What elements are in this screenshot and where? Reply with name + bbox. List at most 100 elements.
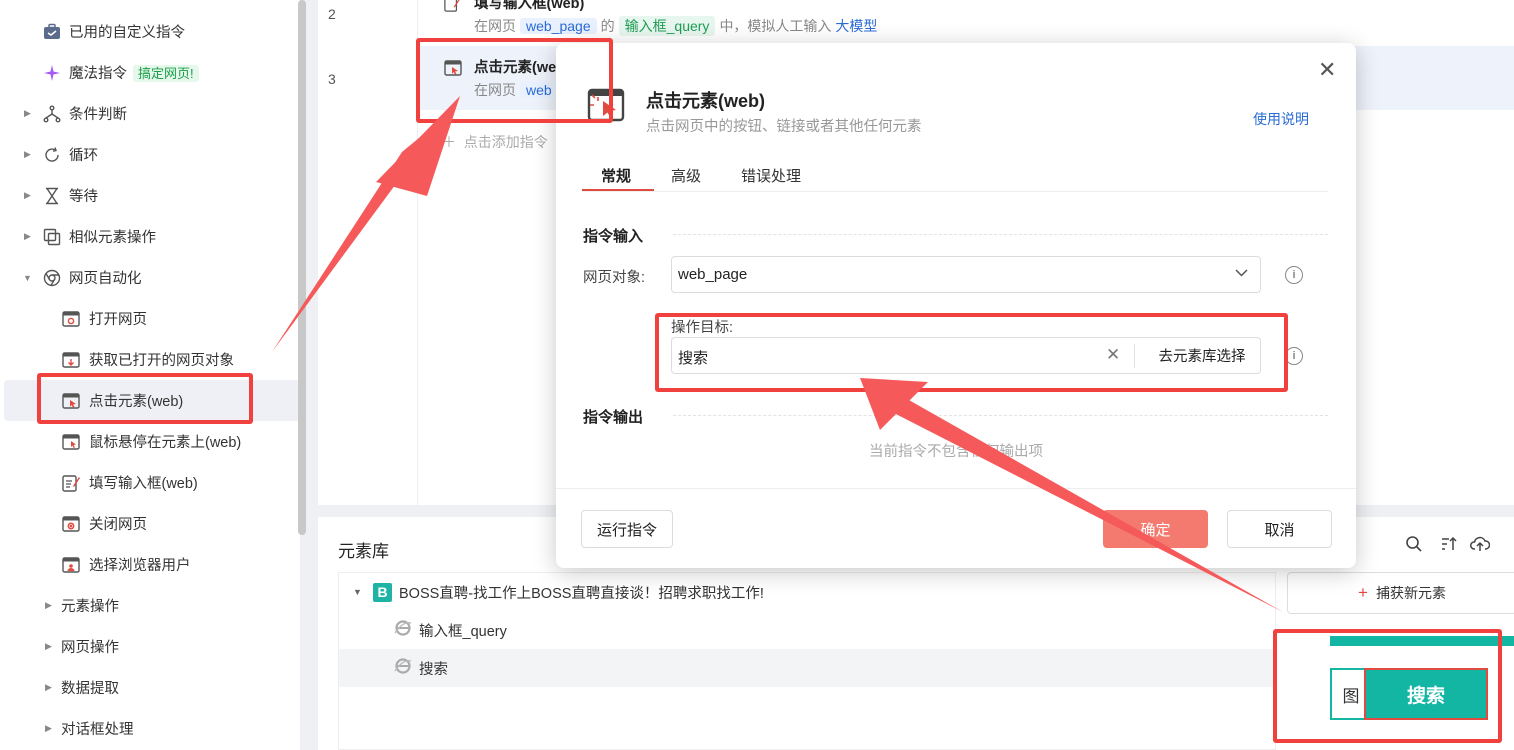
- command-desc: 在网页 web: [474, 80, 562, 100]
- branch-icon: [43, 105, 61, 123]
- page-tag[interactable]: web: [520, 82, 558, 98]
- sidebar-item-similar[interactable]: ▶ 相似元素操作: [0, 216, 296, 257]
- llm-link[interactable]: 大模型: [835, 18, 877, 34]
- sidebar-item-hover[interactable]: 鼠标悬停在元素上(web): [0, 421, 296, 462]
- sidebar-item-label: 鼠标悬停在元素上(web): [89, 435, 242, 451]
- sidebar-item-loop[interactable]: ▶ 循环: [0, 134, 296, 175]
- hourglass-icon: [43, 187, 61, 205]
- caret-right-icon[interactable]: ▶: [24, 231, 31, 242]
- sidebar-item-label: 选择浏览器用户: [89, 558, 191, 574]
- desc-text: 在网页: [474, 18, 516, 34]
- sidebar-item-magic[interactable]: 魔法指令 搞定网页!: [0, 52, 296, 93]
- sidebar-item-label: 打开网页: [89, 312, 147, 328]
- browser-get-icon: [62, 351, 80, 369]
- caret-down-icon[interactable]: ▼: [353, 587, 362, 597]
- preview-header-bar: [1330, 636, 1514, 646]
- section-divider: [673, 234, 1328, 235]
- sidebar-item-dialog[interactable]: ▶ 对话框处理: [0, 708, 296, 749]
- search-icon[interactable]: [1405, 535, 1423, 558]
- tab-general[interactable]: 常规: [601, 165, 631, 186]
- sidebar-item-fill-input[interactable]: 填写输入框(web): [0, 462, 296, 503]
- page-object-select[interactable]: web_page: [671, 256, 1261, 293]
- add-command-button[interactable]: ＋ 点击添加指令: [442, 132, 548, 152]
- input-section-title: 指令输入: [583, 228, 644, 245]
- clear-icon[interactable]: ✕: [1106, 345, 1120, 365]
- desc-text: 在网页: [474, 82, 516, 98]
- click-element-icon: [444, 60, 462, 79]
- loop-icon: [43, 146, 61, 164]
- input-tag[interactable]: 输入框_query: [618, 16, 716, 36]
- element-group[interactable]: ▼ B BOSS直聘-找工作上BOSS直聘直接谈！招聘求职找工作!: [339, 573, 1275, 611]
- tab-error-handling[interactable]: 错误处理: [741, 165, 801, 186]
- line-number: 2: [328, 6, 336, 22]
- caret-right-icon[interactable]: ▶: [45, 600, 52, 611]
- add-command-label: 点击添加指令: [463, 134, 548, 150]
- sidebar-item-wait[interactable]: ▶ 等待: [0, 175, 296, 216]
- element-item[interactable]: 输入框_query: [339, 611, 1275, 649]
- close-icon[interactable]: ✕: [1318, 57, 1336, 83]
- page-tag[interactable]: web_page: [520, 18, 597, 34]
- caret-right-icon[interactable]: ▶: [24, 108, 31, 119]
- sidebar-item-label: 循环: [69, 148, 98, 164]
- sidebar-item-web-automation[interactable]: ▼ 网页自动化: [0, 257, 296, 298]
- caret-right-icon[interactable]: ▶: [45, 641, 52, 652]
- sidebar-item-label: 相似元素操作: [69, 230, 156, 246]
- element-preview: 图 搜索: [1330, 636, 1514, 750]
- browser-user-icon: [62, 556, 80, 574]
- element-tree: ▼ B BOSS直聘-找工作上BOSS直聘直接谈！招聘求职找工作! 输入框_qu…: [338, 572, 1276, 750]
- sidebar-item-click-element[interactable]: 点击元素(web): [4, 380, 300, 421]
- sidebar-item-open-page[interactable]: 打开网页: [0, 298, 296, 339]
- caret-right-icon[interactable]: ▶: [24, 149, 31, 160]
- caret-right-icon[interactable]: ▶: [24, 190, 31, 201]
- target-element-field[interactable]: 搜索 ✕ 去元素库选择: [671, 337, 1261, 374]
- run-command-button[interactable]: 运行指令: [581, 510, 673, 548]
- element-item-label: 输入框_query: [419, 623, 507, 640]
- cancel-button[interactable]: 取消: [1227, 510, 1332, 548]
- caret-right-icon[interactable]: ▶: [45, 682, 52, 693]
- section-divider: [673, 415, 1328, 416]
- sidebar-item-page-ops[interactable]: ▶ 网页操作: [0, 626, 296, 667]
- caret-right-icon[interactable]: ▶: [45, 723, 52, 734]
- sidebar-item-used-custom[interactable]: 已用的自定义指令: [0, 11, 296, 52]
- sidebar-item-element-ops[interactable]: ▶ 元素操作: [0, 585, 296, 626]
- dialog-title: 点击元素(web): [646, 91, 765, 111]
- page-object-value: web_page: [678, 266, 748, 283]
- sidebar-item-label: 网页操作: [61, 640, 119, 656]
- desc-text: 的: [600, 18, 615, 34]
- command-desc: 在网页 web_page 的输入框_query 中，模拟人工输入 大模型: [474, 16, 877, 36]
- sidebar-scrollbar[interactable]: [298, 0, 306, 535]
- dialog-footer-divider: [556, 488, 1356, 489]
- sidebar-item-data-extract[interactable]: ▶ 数据提取: [0, 667, 296, 708]
- command-title: 点击元素(we: [474, 60, 557, 76]
- output-section-title: 指令输出: [583, 409, 644, 426]
- element-item[interactable]: 搜索: [339, 649, 1275, 687]
- page-object-label: 网页对象:: [583, 270, 646, 286]
- sidebar-item-close-page[interactable]: 关闭网页: [0, 503, 296, 544]
- help-link[interactable]: 使用说明: [1253, 109, 1309, 129]
- choose-from-library-button[interactable]: 去元素库选择: [1144, 338, 1260, 373]
- ie-icon: [394, 619, 412, 641]
- capture-element-button[interactable]: + 捕获新元素: [1287, 572, 1514, 614]
- line-number: 3: [328, 71, 336, 87]
- chevron-down-icon: [1235, 266, 1248, 280]
- element-library-title: 元素库: [338, 542, 389, 561]
- upload-icon[interactable]: [1470, 535, 1491, 558]
- boss-logo-badge: B: [373, 582, 392, 602]
- element-item-label: 搜索: [419, 661, 448, 678]
- sidebar-item-label: 网页自动化: [69, 271, 142, 287]
- sidebar-item-get-page[interactable]: 获取已打开的网页对象: [0, 339, 296, 380]
- copy-icon: [43, 228, 61, 246]
- command-title: 填写输入框(web): [474, 0, 585, 12]
- sidebar-item-label: 填写输入框(web): [89, 476, 198, 492]
- confirm-button[interactable]: 确定: [1103, 510, 1208, 548]
- plus-icon: +: [1358, 583, 1368, 602]
- info-icon[interactable]: i: [1285, 347, 1303, 365]
- caret-down-icon[interactable]: ▼: [23, 273, 32, 283]
- sidebar-item-browser-user[interactable]: 选择浏览器用户: [0, 544, 296, 585]
- sidebar-item-condition[interactable]: ▶ 条件判断: [0, 93, 296, 134]
- tab-advanced[interactable]: 高级: [671, 165, 701, 186]
- command-row-fill-input[interactable]: 填写输入框(web) 在网页 web_page 的输入框_query 中，模拟人工输入…: [418, 0, 1514, 46]
- sidebar-item-label: 条件判断: [69, 107, 127, 123]
- info-icon[interactable]: i: [1285, 266, 1303, 284]
- sort-icon[interactable]: [1440, 535, 1458, 558]
